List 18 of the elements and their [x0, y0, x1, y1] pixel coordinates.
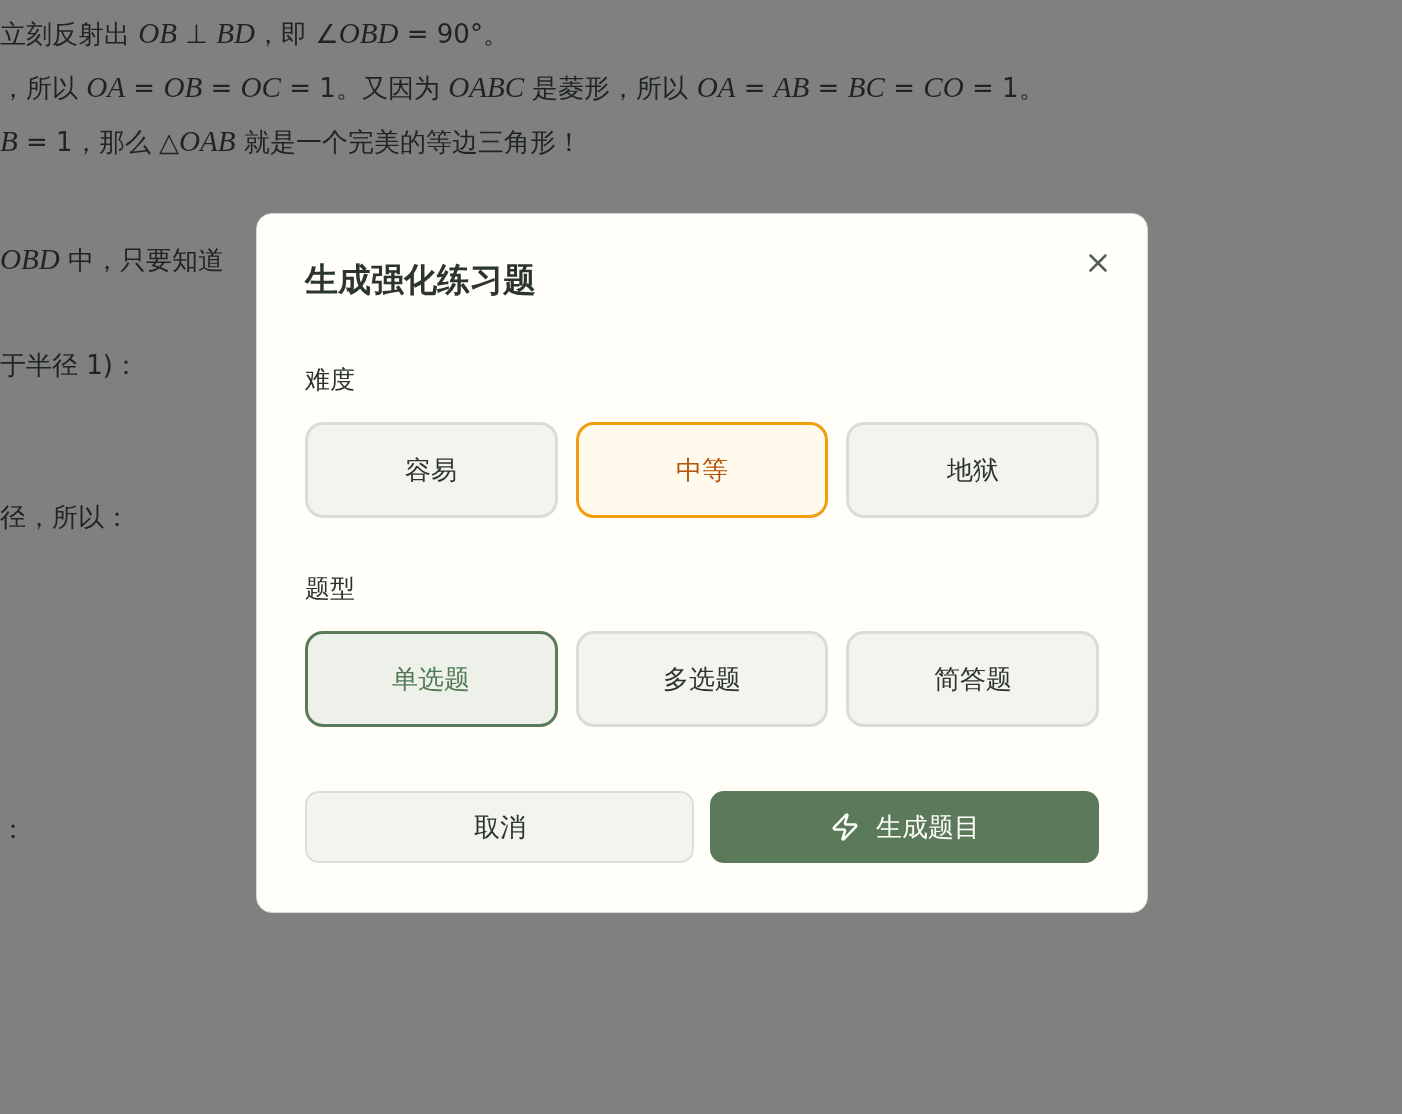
text-line: B = 1，那么 △OAB 就是一个完美的等边三角形！: [0, 124, 582, 158]
option-button[interactable]: 中等: [575, 422, 829, 518]
option-button[interactable]: 地狱: [846, 422, 1099, 518]
section-label: 题型: [305, 573, 356, 605]
option-button[interactable]: 简答题: [846, 631, 1099, 727]
option-button[interactable]: 多选题: [575, 631, 829, 727]
text-line: ：: [0, 813, 26, 846]
text-line: 径，所以：: [0, 501, 130, 534]
cancel-button[interactable]: 取消: [305, 791, 694, 863]
text-line: OBD 中，只要知道: [0, 242, 225, 276]
dialog-title: 生成强化练习题: [305, 259, 536, 301]
text-line: 于半径 1)：: [0, 349, 139, 382]
option-button[interactable]: 单选题: [305, 631, 558, 727]
text-line: 立刻反射出 OB ⊥ BD，即 ∠OBD = 90°。: [0, 16, 509, 50]
generate-button[interactable]: 生成题目: [710, 791, 1099, 863]
option-button[interactable]: 容易: [305, 422, 558, 518]
text-line: ，所以 OA = OB = OC = 1。又因为 OABC 是菱形，所以 OA = AB = BC = CO = 1。: [0, 70, 1045, 104]
section-label: 难度: [305, 364, 356, 396]
